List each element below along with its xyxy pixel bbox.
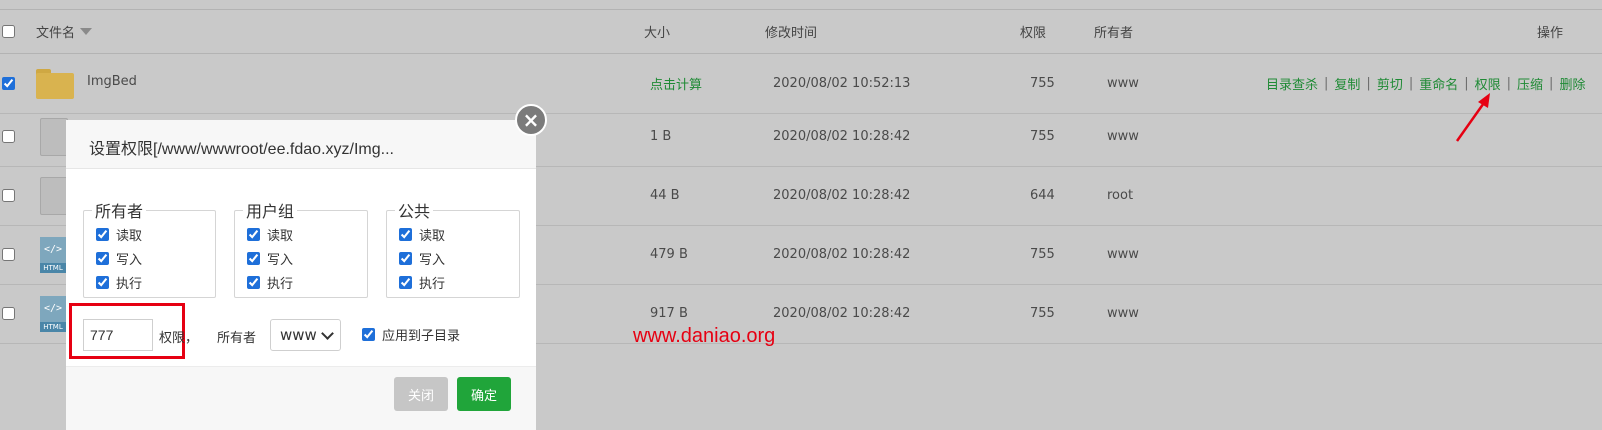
perm-read[interactable]: 读取 bbox=[245, 222, 367, 246]
perm-checkbox[interactable] bbox=[247, 251, 260, 265]
file-perm: 755 bbox=[1030, 247, 1055, 262]
header-perm: 权限 bbox=[1020, 26, 1047, 41]
group-legend: 公共 bbox=[398, 204, 431, 221]
chevron-down-icon bbox=[320, 326, 334, 340]
action-scan-link[interactable]: 目录查杀 bbox=[1266, 74, 1318, 93]
perm-checkbox[interactable] bbox=[399, 251, 412, 265]
dialog-title-bar: 设置权限[/www/wwwroot/ee.fdao.xyz/Img... bbox=[66, 120, 536, 169]
html-file-icon[interactable]: </> HTML bbox=[40, 295, 66, 332]
perm-checkbox[interactable] bbox=[399, 227, 412, 241]
action-cut-link[interactable]: 剪切 bbox=[1377, 74, 1403, 93]
dialog-title: 设置权限[/www/wwwroot/ee.fdao.xyz/Img... bbox=[89, 141, 394, 158]
file-icon[interactable] bbox=[40, 117, 68, 156]
group-permissions-group: 用户组 读取 写入 执行 bbox=[234, 198, 368, 298]
perm-write[interactable]: 写入 bbox=[245, 246, 367, 270]
close-icon[interactable]: × bbox=[515, 104, 547, 136]
file-perm: 755 bbox=[1030, 129, 1055, 144]
file-size: 917 B bbox=[650, 306, 688, 321]
group-legend: 所有者 bbox=[95, 204, 144, 221]
watermark: www.daniao.org bbox=[633, 325, 776, 347]
public-permissions-group: 公共 读取 写入 执行 bbox=[386, 198, 520, 298]
header-size[interactable]: 大小 bbox=[644, 22, 670, 41]
perm-read[interactable]: 读取 bbox=[397, 222, 519, 246]
file-mtime: 2020/08/02 10:28:42 bbox=[773, 247, 911, 262]
sort-down-icon[interactable] bbox=[80, 28, 93, 35]
file-owner: www bbox=[1107, 129, 1139, 144]
select-all-checkbox[interactable] bbox=[2, 25, 15, 38]
perm-checkbox[interactable] bbox=[96, 251, 109, 265]
perm-checkbox[interactable] bbox=[96, 227, 109, 241]
file-perm: 755 bbox=[1030, 76, 1055, 91]
table-row[interactable]: ImgBed 点击计算 2020/08/02 10:52:13 755 www … bbox=[0, 54, 1602, 114]
row-checkbox[interactable] bbox=[2, 189, 15, 202]
apply-subdirs-checkbox[interactable] bbox=[362, 328, 375, 341]
permission-dialog: 设置权限[/www/wwwroot/ee.fdao.xyz/Img... 所有者… bbox=[66, 120, 536, 430]
annotation-arrow-icon bbox=[1455, 93, 1490, 142]
folder-icon[interactable] bbox=[36, 68, 74, 99]
file-size: 479 B bbox=[650, 247, 688, 262]
perm-checkbox[interactable] bbox=[96, 275, 109, 289]
header-name[interactable]: 文件名 bbox=[36, 22, 75, 41]
file-name[interactable]: ImgBed bbox=[87, 74, 137, 89]
calc-size-link[interactable]: 点击计算 bbox=[650, 74, 702, 93]
perm-execute[interactable]: 执行 bbox=[397, 270, 519, 294]
perm-execute[interactable]: 执行 bbox=[245, 270, 367, 294]
file-perm: 644 bbox=[1030, 188, 1055, 203]
file-icon[interactable] bbox=[40, 176, 68, 215]
row-checkbox[interactable] bbox=[2, 248, 15, 261]
perm-execute[interactable]: 执行 bbox=[94, 270, 215, 294]
row-actions: 目录查杀 | 复制 | 剪切 | 重命名 | 权限 | 压缩 | 删除 bbox=[1266, 74, 1586, 93]
mode-label: 权限， bbox=[159, 331, 199, 346]
confirm-button[interactable]: 确定 bbox=[457, 377, 511, 411]
owner-select-value: www bbox=[280, 326, 317, 344]
table-header: 文件名 大小 修改时间 权限 所有者 操作 bbox=[0, 10, 1602, 54]
perm-checkbox[interactable] bbox=[247, 275, 260, 289]
owner-select[interactable]: www bbox=[270, 319, 341, 351]
action-copy-link[interactable]: 复制 bbox=[1334, 74, 1360, 93]
header-mtime[interactable]: 修改时间 bbox=[765, 22, 817, 41]
perm-checkbox[interactable] bbox=[247, 227, 260, 241]
header-ops: 操作 bbox=[1537, 26, 1564, 41]
file-mtime: 2020/08/02 10:52:13 bbox=[773, 76, 911, 91]
perm-checkbox[interactable] bbox=[399, 275, 412, 289]
apply-subdirs[interactable]: 应用到子目录 bbox=[362, 325, 460, 344]
file-mtime: 2020/08/02 10:28:42 bbox=[773, 306, 911, 321]
perm-write[interactable]: 写入 bbox=[397, 246, 519, 270]
file-mtime: 2020/08/02 10:28:42 bbox=[773, 129, 911, 144]
perm-write[interactable]: 写入 bbox=[94, 246, 215, 270]
html-file-icon[interactable]: </> HTML bbox=[40, 236, 66, 273]
row-checkbox[interactable] bbox=[2, 307, 15, 320]
file-owner: root bbox=[1107, 188, 1134, 203]
file-owner: www bbox=[1107, 306, 1139, 321]
file-perm: 755 bbox=[1030, 306, 1055, 321]
perm-read[interactable]: 读取 bbox=[94, 222, 215, 246]
row-checkbox[interactable] bbox=[2, 77, 15, 90]
action-compress-link[interactable]: 压缩 bbox=[1517, 74, 1543, 93]
owner-permissions-group: 所有者 读取 写入 执行 bbox=[83, 198, 216, 298]
header-owner: 所有者 bbox=[1094, 26, 1134, 41]
owner-label: 所有者 bbox=[217, 331, 257, 346]
file-owner: www bbox=[1107, 76, 1139, 91]
file-mtime: 2020/08/02 10:28:42 bbox=[773, 188, 911, 203]
row-checkbox[interactable] bbox=[2, 130, 15, 143]
file-owner: www bbox=[1107, 247, 1139, 262]
close-button[interactable]: 关闭 bbox=[394, 377, 448, 411]
group-legend: 用户组 bbox=[246, 204, 295, 221]
file-size: 44 B bbox=[650, 188, 680, 203]
action-delete-link[interactable]: 删除 bbox=[1559, 74, 1585, 93]
file-size: 1 B bbox=[650, 129, 672, 144]
